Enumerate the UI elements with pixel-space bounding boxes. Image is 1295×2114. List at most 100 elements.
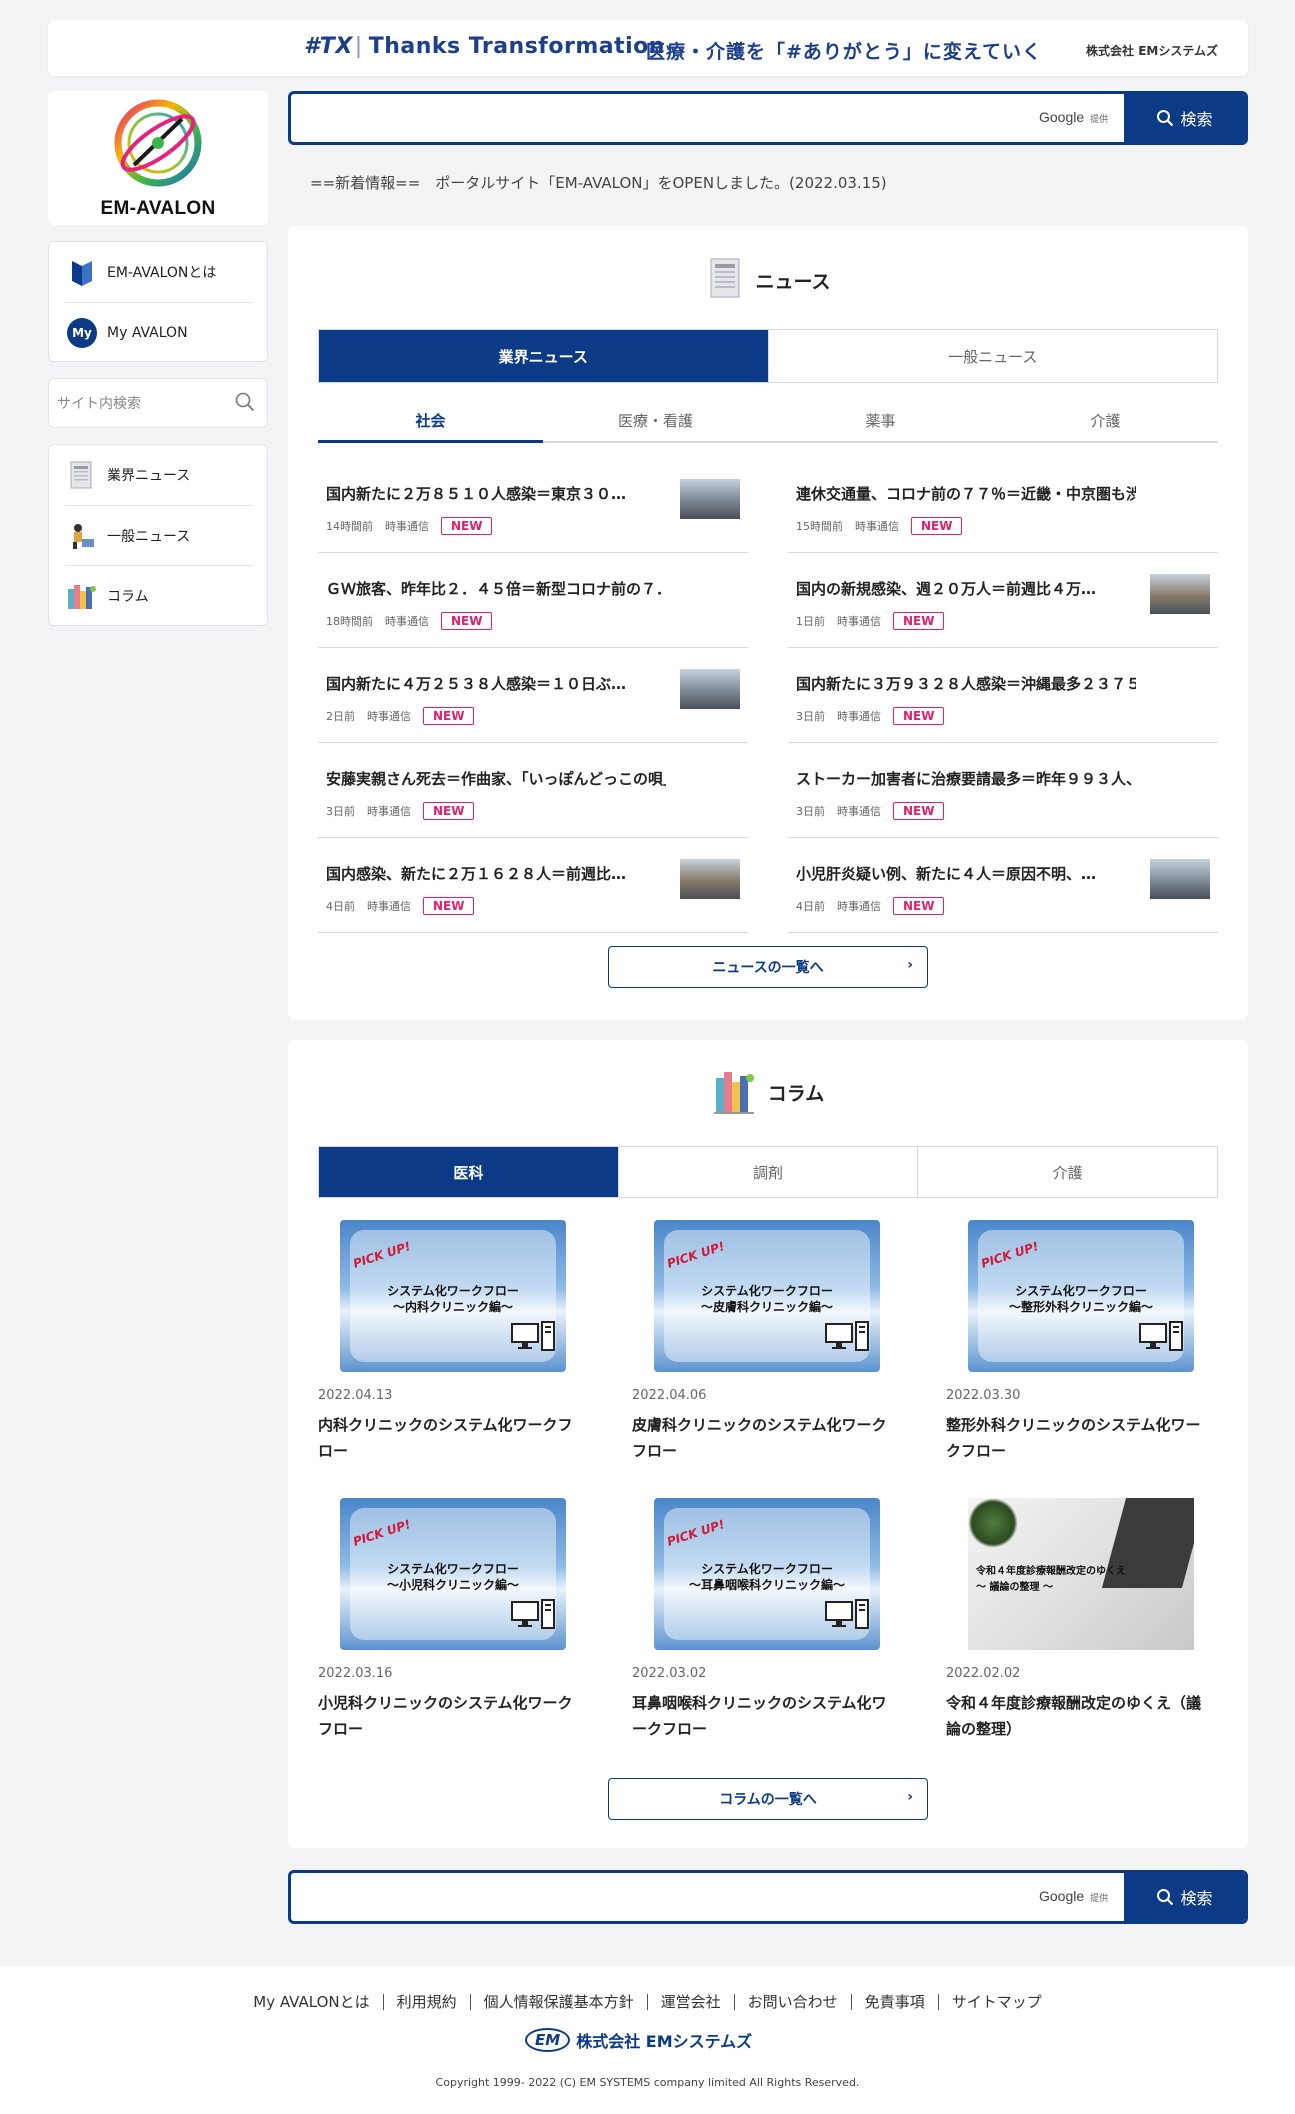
footer-logo[interactable]: EM 株式会社 EMシステムズ — [525, 2028, 752, 2052]
column-card: コラム 医科 調剤 介護 PICK UP! システム化ワークフロー ～内科クリニック… — [288, 1040, 1248, 1848]
news-item[interactable]: 国内の新規感染、週２０万人＝前週比４万… 1日前 時事通信 NEW — [788, 553, 1218, 648]
tab-dispensing[interactable]: 調剤 — [617, 1147, 918, 1197]
sidebar-item-general-news[interactable]: 一般ニュース — [65, 505, 253, 565]
news-card: ニュース 業界ニュース 一般ニュース 社会 医療・看護 薬事 介護 国内新たに２… — [288, 226, 1248, 1020]
tab-nursing-care[interactable]: 介護 — [917, 1147, 1217, 1197]
sidebar-item-my-avalon[interactable]: My My AVALON — [65, 302, 253, 362]
tx-logo: #TX| Thanks Transformation — [304, 34, 665, 59]
my-badge-icon: My — [65, 316, 99, 350]
search-button[interactable]: 検索 — [1124, 1873, 1245, 1921]
google-search-input[interactable] — [301, 1883, 1001, 1911]
news-title: 連休交通量、コロナ前の７７％＝近畿・中京圏も渋滞… — [796, 485, 1136, 503]
news-section-title: ニュース — [288, 256, 1248, 304]
new-badge: NEW — [423, 707, 475, 725]
news-source: 時事通信 — [367, 805, 411, 818]
beginner-mark-icon — [65, 255, 99, 289]
sidebar-item-label: My AVALON — [107, 324, 188, 341]
logo-text: EM-AVALON — [100, 198, 216, 219]
news-item[interactable]: 安藤実親さん死去＝作曲家、「いっぽんどっこの唄」 3日前 時事通信 NEW — [318, 743, 748, 838]
top-banner[interactable]: #TX| Thanks Transformation 医療・介護を「#ありがとう」… — [48, 20, 1248, 76]
news-ticker[interactable]: ==新着情報== ポータルサイト「EM-AVALON」をOPENしました。(20… — [310, 172, 887, 193]
news-item[interactable]: 国内新たに３万９３２８人感染＝沖縄最多２３７５人… 3日前 時事通信 NEW — [788, 648, 1218, 743]
news-thumbnail — [1150, 574, 1210, 614]
news-source: 時事通信 — [837, 615, 881, 628]
footer-link-contact[interactable]: お問い合わせ — [733, 1994, 851, 2010]
books-icon — [65, 579, 99, 613]
news-list-button[interactable]: ニュースの一覧へ › — [608, 946, 928, 988]
footer-link-company[interactable]: 運営会社 — [646, 1994, 734, 2010]
tx-text: Thanks Transformation — [368, 34, 665, 59]
news-meta: 3日前 時事通信 NEW — [326, 802, 486, 820]
computer-icon — [825, 1321, 869, 1351]
news-meta: 3日前 時事通信 NEW — [796, 802, 956, 820]
new-badge: NEW — [893, 802, 945, 820]
footer-link-disclaimer[interactable]: 免責事項 — [850, 1994, 938, 2010]
news-time: 3日前 — [796, 805, 825, 818]
sidebar-item-about[interactable]: EM-AVALONとは — [65, 242, 253, 302]
news-item[interactable]: ＧＷ旅客、昨年比２．４５倍＝新型コロナ前の７．５… 18時間前 時事通信 NEW — [318, 553, 748, 648]
search-icon — [1157, 110, 1174, 127]
column-thumbnail: PICK UP! システム化ワークフロー ～皮膚科クリニック編～ — [654, 1220, 880, 1372]
footer-link-about[interactable]: My AVALONとは — [240, 1994, 382, 2010]
search-button[interactable]: 検索 — [1124, 94, 1245, 142]
google-search-bar-bottom: Google 提供 検索 — [288, 1870, 1248, 1924]
column-tabs: 医科 調剤 介護 — [318, 1146, 1218, 1198]
news-title: 国内新たに３万９３２８人感染＝沖縄最多２３７５人… — [796, 675, 1136, 693]
column-date: 2022.04.06 — [632, 1388, 707, 1403]
chevron-right-icon: › — [907, 957, 913, 973]
column-item[interactable]: PICK UP! システム化ワークフロー ～整形外科クリニック編～ 2022.03.3… — [946, 1220, 1216, 1480]
news-time: 18時間前 — [326, 615, 373, 628]
subtab-care[interactable]: 介護 — [993, 398, 1218, 441]
news-item[interactable]: 国内感染、新たに２万１６２８人＝前週比… 4日前 時事通信 NEW — [318, 838, 748, 933]
news-item[interactable]: 国内新たに２万８５１０人感染＝東京３０… 14時間前 時事通信 NEW — [318, 458, 748, 553]
search-icon — [1157, 1889, 1174, 1906]
subtab-pharma[interactable]: 薬事 — [768, 398, 993, 441]
news-meta: 1日前 時事通信 NEW — [796, 612, 956, 630]
column-date: 2022.04.13 — [318, 1388, 393, 1403]
footer-links: My AVALONとは 利用規約 個人情報保護基本方針 運営会社 お問い合わせ … — [0, 1994, 1295, 2010]
tab-medical[interactable]: 医科 — [319, 1147, 618, 1197]
subtab-society[interactable]: 社会 — [318, 398, 543, 443]
news-item[interactable]: 小児肝炎疑い例、新たに４人＝原因不明、… 4日前 時事通信 NEW — [788, 838, 1218, 933]
column-item[interactable]: PICK UP! システム化ワークフロー ～内科クリニック編～ 2022.04.13 内… — [318, 1220, 588, 1480]
new-badge: NEW — [893, 612, 945, 630]
column-thumbnail: PICK UP! システム化ワークフロー ～内科クリニック編～ — [340, 1220, 566, 1372]
column-list-button[interactable]: コラムの一覧へ › — [608, 1778, 928, 1820]
column-item[interactable]: PICK UP! システム化ワークフロー ～耳鼻咽喉科クリニック編～ 2022.03.… — [632, 1498, 902, 1758]
column-date: 2022.03.16 — [318, 1666, 393, 1681]
column-item[interactable]: PICK UP! システム化ワークフロー ～小児科クリニック編～ 2022.03.16… — [318, 1498, 588, 1758]
news-item[interactable]: 連休交通量、コロナ前の７７％＝近畿・中京圏も渋滞… 15時間前 時事通信 NEW — [788, 458, 1218, 553]
news-item[interactable]: ストーカー加害者に治療要請最多＝昨年９９３人、受… 3日前 時事通信 NEW — [788, 743, 1218, 838]
column-thumbnail: PICK UP! システム化ワークフロー ～耳鼻咽喉科クリニック編～ — [654, 1498, 880, 1650]
column-item[interactable]: 令和４年度診療報酬改定のゆくえ～ 議論の整理 ～ 2022.02.02 令和４年度診… — [946, 1498, 1216, 1758]
column-item[interactable]: PICK UP! システム化ワークフロー ～皮膚科クリニック編～ 2022.04.06… — [632, 1220, 902, 1480]
new-badge: NEW — [423, 897, 475, 915]
footer-link-sitemap[interactable]: サイトマップ — [937, 1994, 1055, 2010]
sidebar-item-column[interactable]: コラム — [65, 565, 253, 625]
books-icon — [712, 1064, 758, 1121]
tab-general-news[interactable]: 一般ニュース — [767, 330, 1218, 382]
news-time: 3日前 — [796, 710, 825, 723]
site-search-input[interactable] — [57, 391, 227, 417]
sidebar-item-industry-news[interactable]: 業界ニュース — [65, 445, 253, 505]
subtab-medical-nursing[interactable]: 医療・看護 — [543, 398, 768, 441]
news-meta: 4日前 時事通信 NEW — [796, 897, 956, 915]
avalon-globe-icon — [114, 99, 202, 187]
tab-industry-news[interactable]: 業界ニュース — [319, 330, 768, 382]
column-date: 2022.02.02 — [946, 1666, 1021, 1681]
news-title: 小児肝炎疑い例、新たに４人＝原因不明、… — [796, 865, 1097, 883]
news-meta: 15時間前 時事通信 NEW — [796, 517, 974, 535]
news-source: 時事通信 — [385, 615, 429, 628]
site-logo[interactable]: EM-AVALON — [48, 91, 268, 225]
news-item[interactable]: 国内新たに４万２５３８人感染＝１０日ぶ… 2日前 時事通信 NEW — [318, 648, 748, 743]
footer-company-name: 株式会社 EMシステムズ — [576, 2032, 753, 2051]
search-icon[interactable] — [235, 392, 255, 416]
computer-icon — [825, 1599, 869, 1629]
footer-link-terms[interactable]: 利用規約 — [382, 1994, 470, 2010]
footer-link-privacy[interactable]: 個人情報保護基本方針 — [469, 1994, 647, 2010]
column-thumbnail: PICK UP! システム化ワークフロー ～小児科クリニック編～ — [340, 1498, 566, 1650]
google-search-input[interactable] — [301, 104, 1001, 132]
news-title: ストーカー加害者に治療要請最多＝昨年９９３人、受… — [796, 770, 1136, 788]
news-source: 時事通信 — [837, 710, 881, 723]
news-thumbnail — [680, 859, 740, 899]
